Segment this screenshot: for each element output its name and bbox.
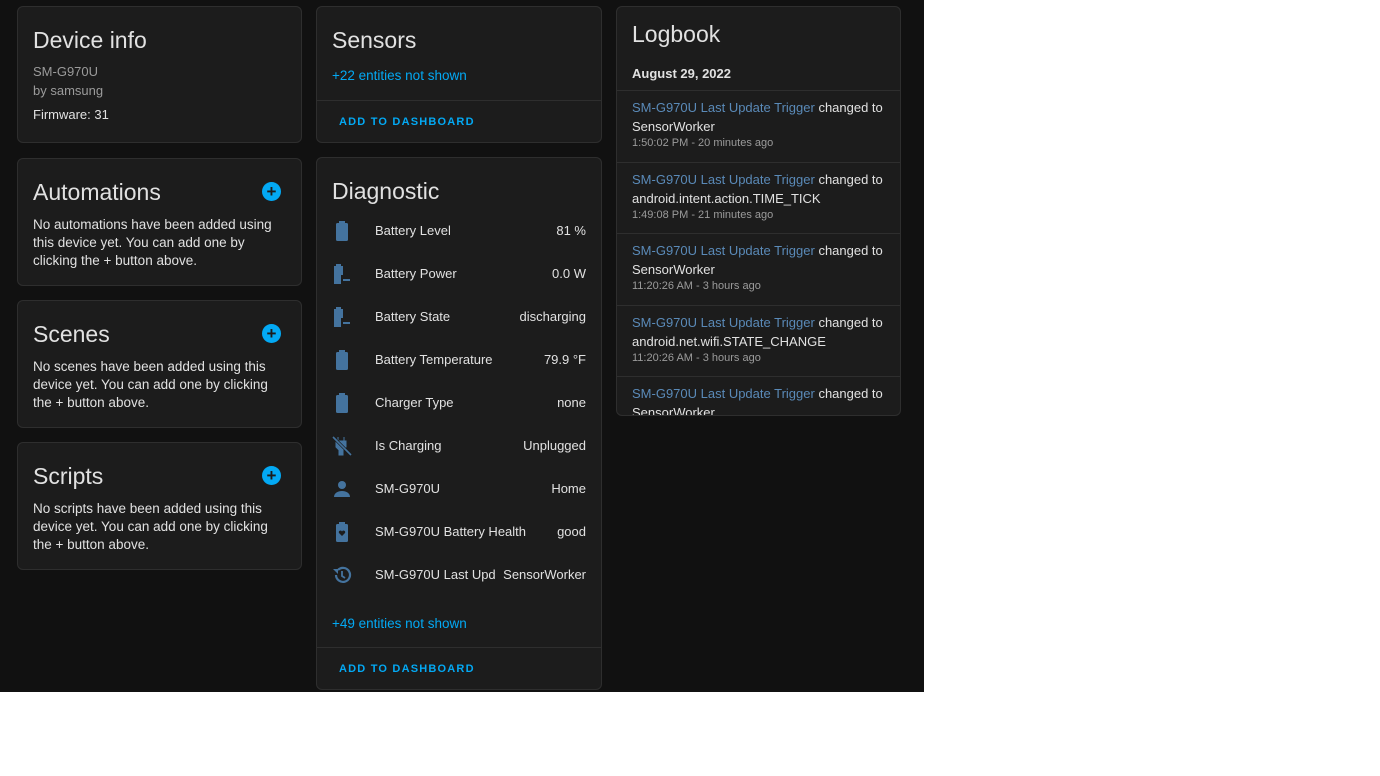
- device-model: SM-G970U: [33, 64, 99, 79]
- entity-row[interactable]: Battery Power 0.0 W: [332, 252, 586, 295]
- entity-row[interactable]: Battery Level 81 %: [332, 209, 586, 252]
- logbook-state: android.intent.action.TIME_TICK: [632, 190, 821, 206]
- add-script-button[interactable]: +: [262, 466, 281, 485]
- battery-icon: [332, 392, 352, 413]
- entity-name: Battery Level: [375, 223, 451, 238]
- diagnostic-card: Diagnostic Battery Level 81 % Battery Powe…: [316, 157, 602, 690]
- entity-row[interactable]: SM-G970U Home: [332, 467, 586, 510]
- add-scene-button[interactable]: +: [262, 324, 281, 343]
- card-title: Diagnostic: [332, 178, 440, 204]
- entity-value: 79.9 °F: [543, 352, 586, 367]
- entity-value: good: [557, 524, 586, 539]
- entity-name: SM-G970U: [375, 481, 441, 496]
- card-text: No scenes have been added using this dev…: [33, 359, 268, 410]
- logbook-state: SensorWorker: [632, 262, 715, 277]
- logbook-entity-link[interactable]: SM-G970U Last Update Trigger: [632, 172, 815, 187]
- battery-icon: [332, 220, 352, 241]
- show-hidden-sensors-link[interactable]: +22 entities not shown: [332, 68, 467, 83]
- entity-row[interactable]: Battery State discharging: [332, 295, 586, 338]
- entity-row[interactable]: SM-G970U Battery Health good: [332, 510, 586, 553]
- sensors-card: Sensors +22 entities not shown ADD TO DA…: [316, 6, 602, 143]
- entity-value: discharging: [519, 309, 587, 324]
- account-icon: [332, 479, 352, 499]
- entity-name: Battery State: [375, 309, 451, 324]
- logbook-entry: SM-G970U Last Update Trigger changed to a…: [617, 304, 900, 377]
- entity-name: SM-G970U Last Upd…: [375, 567, 496, 582]
- entity-value: none: [557, 395, 586, 410]
- card-title: Device info: [33, 27, 147, 53]
- logbook-time: 11:20:26 AM - 3 hours ago: [632, 351, 761, 364]
- logbook-verb: changed to: [818, 171, 883, 187]
- device-info-card: Device info SM-G970U by samsung Firmware…: [17, 6, 302, 143]
- card-title: Logbook: [632, 21, 721, 47]
- logbook-entity-link[interactable]: SM-G970U Last Update Trigger: [632, 386, 815, 401]
- entity-name: Charger Type: [375, 395, 454, 410]
- logbook-date: August 29, 2022: [632, 66, 731, 81]
- device-page: Device info SM-G970U by samsung Firmware…: [0, 0, 924, 692]
- logbook-entity-link[interactable]: SM-G970U Last Update Trigger: [632, 243, 815, 258]
- entity-value: Unplugged: [523, 438, 586, 453]
- logbook-state: SensorWorker: [632, 405, 715, 416]
- logbook-verb: changed to: [818, 243, 883, 258]
- logbook-card: Logbook August 29, 2022 SM-G970U Last Up…: [616, 6, 901, 416]
- battery-minus-icon: [332, 263, 352, 284]
- logbook-verb: changed to: [818, 100, 883, 115]
- add-to-dashboard-button[interactable]: ADD TO DASHBOARD: [339, 663, 475, 675]
- automations-card: Automations + No automations have been a…: [17, 158, 302, 286]
- card-text: No scripts have been added using this de…: [33, 501, 268, 552]
- logbook-entity-link[interactable]: SM-G970U Last Update Trigger: [632, 315, 815, 330]
- logbook-verb: changed to: [818, 314, 883, 330]
- logbook-entry: SM-G970U Last Update Trigger changed to S…: [617, 376, 900, 416]
- entity-name: Is Charging: [375, 438, 442, 453]
- entity-name: Battery Temperature: [375, 352, 493, 367]
- entity-value: 81 %: [556, 223, 586, 238]
- card-text: No automations have been added using thi…: [33, 217, 272, 268]
- entity-value: 0.0 W: [552, 266, 586, 281]
- entity-row[interactable]: SM-G970U Last Upd… SensorWorker: [332, 553, 586, 596]
- logbook-entry: SM-G970U Last Update Trigger changed to S…: [617, 233, 900, 305]
- card-title: Scenes: [33, 321, 110, 347]
- card-title: Automations: [33, 179, 161, 205]
- entity-value: Home: [551, 481, 586, 496]
- battery-icon: [332, 349, 352, 370]
- logbook-state: SensorWorker: [632, 119, 715, 134]
- logbook-verb: changed to: [818, 386, 883, 401]
- show-hidden-diagnostics-link[interactable]: +49 entities not shown: [332, 616, 467, 631]
- battery-minus-icon: [332, 306, 352, 327]
- add-to-dashboard-button[interactable]: ADD TO DASHBOARD: [339, 116, 475, 128]
- entity-row[interactable]: Battery Temperature 79.9 °F: [332, 338, 586, 381]
- scripts-card: Scripts + No scripts have been added usi…: [17, 442, 302, 570]
- add-automation-button[interactable]: +: [262, 182, 281, 201]
- device-firmware: Firmware: 31: [33, 107, 109, 122]
- card-title: Scripts: [33, 463, 104, 489]
- entity-value: SensorWorker: [503, 567, 586, 582]
- logbook-time: 11:20:26 AM - 3 hours ago: [632, 280, 761, 292]
- logbook-time: 1:49:08 PM - 21 minutes ago: [632, 208, 774, 221]
- logbook-entity-link[interactable]: SM-G970U Last Update Trigger: [632, 100, 815, 115]
- device-manufacturer: by samsung: [33, 83, 104, 98]
- entity-name: Battery Power: [375, 266, 457, 281]
- logbook-entry: SM-G970U Last Update Trigger changed to S…: [617, 90, 900, 162]
- battery-heart-icon: [332, 521, 352, 542]
- power-plug-off-icon: [332, 435, 352, 456]
- card-title: Sensors: [332, 27, 417, 53]
- entity-name: SM-G970U Battery Health: [375, 524, 527, 539]
- logbook-time: 1:50:02 PM - 20 minutes ago: [632, 137, 774, 149]
- scenes-card: Scenes + No scenes have been added using…: [17, 300, 302, 428]
- logbook-entry: SM-G970U Last Update Trigger changed to a…: [617, 161, 900, 234]
- entity-row[interactable]: Charger Type none: [332, 381, 586, 424]
- logbook-state: android.net.wifi.STATE_CHANGE: [632, 333, 826, 349]
- history-icon: [332, 565, 352, 585]
- entity-row[interactable]: Is Charging Unplugged: [332, 424, 586, 467]
